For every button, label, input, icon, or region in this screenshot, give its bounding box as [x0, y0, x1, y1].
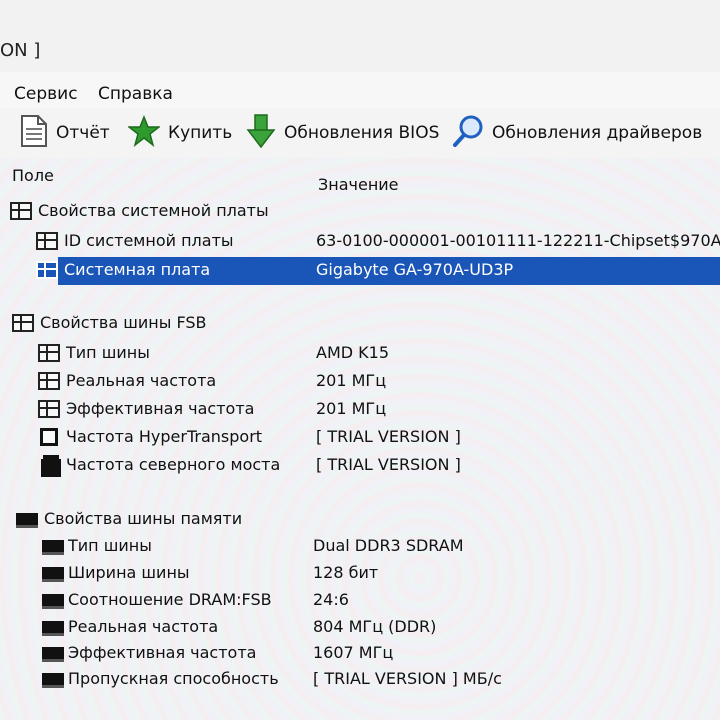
ram-icon [42, 673, 64, 688]
motherboard-icon [38, 344, 60, 362]
row-field: Свойства системной платы [38, 201, 269, 220]
row-value: 201 МГц [316, 371, 387, 390]
row-value: AMD K15 [316, 343, 390, 362]
section-fsb[interactable]: Свойства шины FSB [0, 310, 720, 337]
ram-icon [16, 513, 38, 528]
section-memory-bus[interactable]: Свойства шины памяти [0, 506, 720, 533]
motherboard-icon [38, 372, 60, 390]
row-value: 24:6 [313, 590, 349, 609]
column-header-value[interactable]: Значение [318, 175, 399, 194]
motherboard-icon [12, 314, 34, 332]
list-item[interactable]: Тип шины AMD K15 [0, 340, 720, 367]
chip-icon [43, 455, 59, 475]
row-field: Эффективная частота [68, 643, 257, 662]
list-item[interactable]: Соотношение DRAM:FSB 24:6 [0, 587, 720, 614]
row-field: Реальная частота [68, 617, 219, 636]
row-value: Gigabyte GA-970A-UD3P [316, 260, 514, 279]
row-field: Свойства шины памяти [44, 509, 243, 528]
section-motherboard[interactable]: Свойства системной платы [0, 198, 720, 225]
search-icon [452, 114, 484, 152]
row-value: 201 МГц [316, 399, 387, 418]
motherboard-icon [38, 400, 60, 418]
row-field: Ширина шины [68, 563, 190, 582]
row-field: Тип шины [68, 536, 152, 555]
motherboard-icon [36, 232, 58, 250]
report-button[interactable]: Отчёт [20, 114, 110, 152]
ram-icon [42, 540, 64, 555]
motherboard-icon [10, 202, 32, 220]
list-item[interactable]: Эффективная частота 201 МГц [0, 396, 720, 423]
list-item[interactable]: ID системной платы 63-0100-000001-001011… [0, 228, 720, 255]
toolbar: Отчёт Купить Обновления BIOS Обновления … [0, 108, 720, 159]
menu-bar: Сервис Справка [0, 72, 720, 108]
row-field: Частота северного моста [66, 455, 281, 474]
row-value: 63-0100-000001-00101111-122211-Chipset$9… [316, 231, 720, 250]
row-value: [ TRIAL VERSION ] МБ/с [313, 669, 502, 688]
row-field: Системная плата [64, 260, 211, 279]
list-item[interactable]: Эффективная частота 1607 МГц [0, 640, 720, 667]
list-item[interactable]: Реальная частота 804 МГц (DDR) [0, 614, 720, 641]
report-icon [20, 114, 48, 152]
download-arrow-icon [246, 113, 276, 153]
report-label: Отчёт [56, 123, 110, 143]
row-value: [ TRIAL VERSION ] [316, 455, 461, 474]
list-item[interactable]: Тип шины Dual DDR3 SDRAM [0, 533, 720, 560]
buy-label: Купить [168, 123, 233, 143]
bios-updates-label: Обновления BIOS [284, 123, 440, 143]
list-item-selected[interactable]: Системная плата Gigabyte GA-970A-UD3P [0, 257, 720, 285]
motherboard-icon [36, 261, 58, 279]
row-field: Частота HyperTransport [66, 427, 263, 446]
bios-updates-button[interactable]: Обновления BIOS [246, 114, 439, 152]
row-field: Пропускная способность [68, 669, 279, 688]
list-item[interactable]: Ширина шины 128 бит [0, 560, 720, 587]
ram-icon [42, 647, 64, 662]
star-icon [126, 114, 162, 151]
square-icon [40, 428, 58, 446]
list-item[interactable]: Частота HyperTransport [ TRIAL VERSION ] [0, 424, 720, 451]
title-bar: ON ] [0, 0, 720, 73]
row-field: Тип шины [66, 343, 150, 362]
driver-updates-label: Обновления драйверов [492, 123, 703, 143]
row-field: Свойства шины FSB [40, 313, 207, 332]
row-value: 1607 МГц [313, 643, 394, 662]
properties-list: Поле Значение Свойства системной платы I… [0, 158, 720, 720]
menu-service[interactable]: Сервис [14, 84, 78, 104]
list-item[interactable]: Реальная частота 201 МГц [0, 368, 720, 395]
ram-icon [42, 567, 64, 582]
window-title: ON ] [0, 40, 41, 61]
list-item[interactable]: Пропускная способность [ TRIAL VERSION ]… [0, 666, 720, 693]
row-field: Соотношение DRAM:FSB [68, 590, 272, 609]
list-item[interactable]: Частота северного моста [ TRIAL VERSION … [0, 452, 720, 479]
row-value: 804 МГц (DDR) [313, 617, 437, 636]
buy-button[interactable]: Купить [126, 114, 233, 152]
row-field: Эффективная частота [66, 399, 255, 418]
row-field: Реальная частота [66, 371, 217, 390]
menu-help[interactable]: Справка [98, 84, 173, 104]
driver-updates-button[interactable]: Обновления драйверов [452, 114, 702, 152]
ram-icon [42, 621, 64, 636]
row-value: [ TRIAL VERSION ] [316, 427, 461, 446]
column-header-field[interactable]: Поле [12, 166, 54, 185]
row-field: ID системной платы [64, 231, 234, 250]
row-value: 128 бит [313, 563, 379, 582]
row-value: Dual DDR3 SDRAM [313, 536, 464, 555]
ram-icon [42, 594, 64, 609]
